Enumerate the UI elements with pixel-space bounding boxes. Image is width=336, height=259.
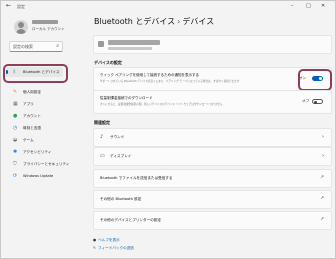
gamepad-icon: ◒	[13, 137, 18, 143]
related-item-more-bluetooth-settings[interactable]: その他の Bluetooth 設定 ↗	[93, 190, 332, 209]
user-avatar[interactable]	[14, 20, 28, 34]
device-icon	[98, 41, 104, 47]
section-heading-device-settings: デバイスの設定	[94, 60, 122, 65]
breadcrumb-separator: ›	[177, 17, 181, 26]
feedback-link[interactable]: ✎ フィードバックの送信	[93, 246, 134, 251]
user-account-type: ローカル アカウント	[32, 27, 65, 31]
search-icon[interactable]: ⌕	[56, 43, 59, 49]
section-heading-related-settings: 関連設定	[94, 120, 110, 125]
sidebar-item-privacy-security[interactable]: ⛉ プライバシーとセキュリティ	[5, 159, 69, 169]
help-link[interactable]: ● ヘルプを表示	[93, 238, 120, 243]
setting-description: オンにすると、従量制課金接続の間、新しいデバイスのデバイス ソフトウェアはダウン…	[100, 103, 223, 106]
related-item-label: Bluetooth でファイルを送信または受信する	[100, 176, 173, 180]
device-card[interactable]	[93, 35, 332, 54]
help-link-label: ヘルプを表示	[98, 238, 120, 242]
sidebar-item-label: ゲーム	[23, 138, 34, 142]
app-title: 設定	[17, 4, 25, 9]
feedback-link-label: フィードバックの送信	[98, 246, 134, 250]
related-item-devices-printers[interactable]: その他のデバイスとプリンターの設定 ↗	[93, 211, 332, 230]
title-bar: ← 設定 – □ ✕	[1, 1, 335, 13]
related-item-bluetooth-file-transfer[interactable]: Bluetooth でファイルを送信または受信する ↗	[93, 169, 332, 188]
sidebar-item-time-language[interactable]: ◷ 時刻と言語	[5, 123, 63, 133]
sidebar-item-label: Windows Update	[23, 174, 54, 178]
sidebar-item-personalization[interactable]: ✎ 個人用設定	[5, 87, 63, 97]
sidebar-item-apps[interactable]: ▦ アプリ	[5, 99, 63, 109]
settings-window: ← 設定 – □ ✕ ローカル アカウント 設定の検索 ⌕ ᛒ Bluetoot…	[0, 0, 336, 259]
related-item-label: その他のデバイスとプリンターの設定	[100, 218, 161, 222]
metered-download-toggle[interactable]	[312, 99, 323, 104]
toggle-state-label: オフ	[302, 99, 310, 103]
setting-metered-download: 従量制課金接続でのダウンロード オンにすると、従量制課金接続の間、新しいデバイス…	[93, 90, 332, 114]
device-name-redacted	[108, 40, 160, 45]
sidebar-item-accessibility[interactable]: ✱ アクセシビリティ	[5, 147, 63, 157]
search-input[interactable]: 設定の検索 ⌕	[9, 41, 63, 52]
clock-globe-icon: ◷	[13, 125, 18, 131]
highlight-frame-toggle	[298, 69, 332, 91]
sidebar-item-label: アカウント	[23, 114, 41, 118]
sidebar-item-label: アプリ	[23, 102, 34, 106]
page-title: デバイス	[182, 17, 215, 26]
monitor-icon: ▭	[100, 153, 105, 159]
related-item-sound[interactable]: ♪ サウンド ›	[93, 128, 332, 147]
setting-title: クイック ペアリングを使用して接続するための通知を表示する	[100, 73, 200, 77]
minimize-button[interactable]: –	[291, 3, 294, 9]
related-item-label: その他の Bluetooth 設定	[100, 197, 142, 201]
apps-icon: ▦	[13, 101, 18, 107]
highlight-frame-sidebar	[3, 64, 68, 83]
external-link-icon: ↗	[320, 196, 324, 201]
external-link-icon: ↗	[320, 217, 324, 222]
external-link-icon: ↗	[320, 175, 324, 180]
brush-icon: ✎	[13, 89, 18, 95]
setting-description: サポートされている Bluetooth デバイスが近くにあり、ペアリング モード…	[100, 80, 240, 83]
windows-update-icon: ⟳	[13, 173, 18, 179]
feedback-icon: ✎	[93, 246, 97, 250]
sidebar-item-label: プライバシーとセキュリティ	[23, 162, 70, 166]
sidebar-item-label: アクセシビリティ	[23, 150, 52, 154]
sidebar-item-accounts[interactable]: ● アカウント	[5, 111, 63, 121]
related-item-label: ディスプレイ	[110, 154, 132, 158]
setting-title: 従量制課金接続でのダウンロード	[100, 96, 153, 100]
shield-icon: ⛉	[13, 161, 17, 167]
related-item-label: サウンド	[110, 135, 125, 139]
setting-swift-pair: クイック ペアリングを使用して接続するための通知を表示する サポートされている …	[93, 67, 332, 91]
sidebar-item-windows-update[interactable]: ⟳ Windows Update	[5, 171, 63, 181]
close-button[interactable]: ✕	[321, 3, 325, 9]
device-status-redacted	[108, 47, 152, 50]
account-icon: ●	[13, 113, 18, 119]
back-button[interactable]: ←	[6, 2, 11, 9]
speaker-icon: ♪	[100, 134, 104, 140]
help-icon: ●	[93, 238, 97, 242]
related-item-display[interactable]: ▭ ディスプレイ ›	[93, 147, 332, 166]
user-name-redacted	[32, 20, 58, 24]
sidebar-item-label: 時刻と言語	[23, 126, 41, 130]
chevron-right-icon: ›	[322, 153, 324, 159]
chevron-right-icon: ›	[322, 134, 324, 140]
accessibility-icon: ✱	[13, 149, 18, 155]
sidebar-item-label: 個人用設定	[23, 90, 41, 94]
breadcrumb: Bluetooth とデバイス › デバイス	[94, 16, 214, 27]
maximize-button[interactable]: □	[306, 3, 311, 9]
breadcrumb-parent[interactable]: Bluetooth とデバイス	[94, 17, 175, 26]
search-placeholder: 設定の検索	[13, 44, 33, 49]
sidebar-item-gaming[interactable]: ◒ ゲーム	[5, 135, 63, 145]
